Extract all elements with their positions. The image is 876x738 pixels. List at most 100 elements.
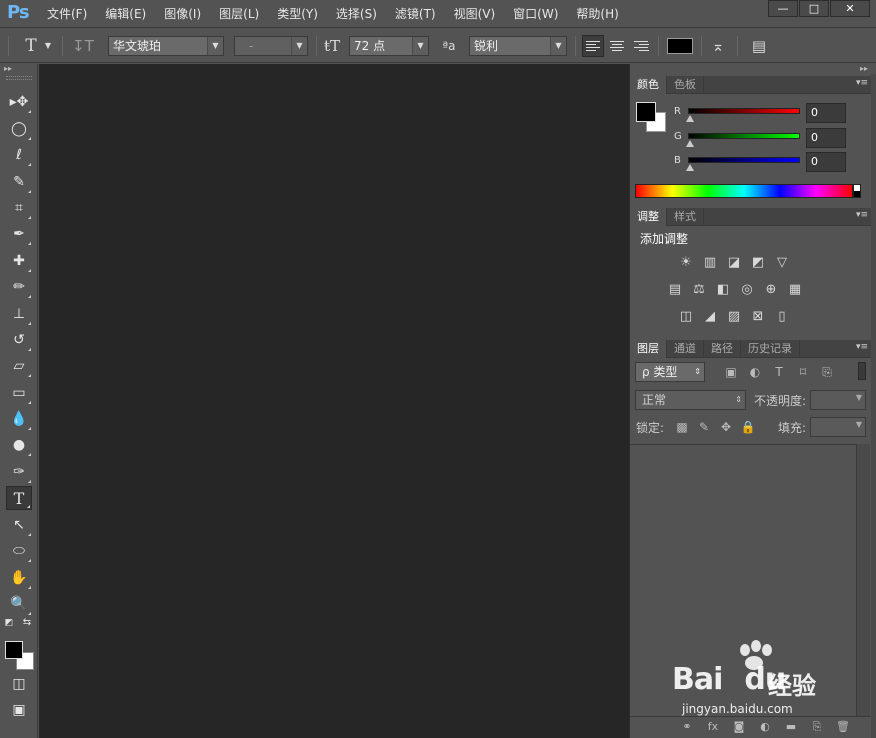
lock-transparent-icon[interactable]: ▩	[674, 419, 690, 435]
foreground-color-swatch[interactable]	[636, 102, 656, 122]
character-panel-icon[interactable]: ▤	[748, 35, 770, 57]
clone-stamp-tool-icon[interactable]: ⊥	[6, 302, 32, 326]
toolbox-collapse-icon[interactable]: ▸▸	[4, 64, 12, 73]
align-center-button[interactable]	[606, 35, 628, 57]
photo-filter-icon[interactable]: ◎	[738, 281, 756, 299]
tab-swatches[interactable]: 色板	[667, 76, 704, 94]
toolbox-grip[interactable]	[6, 76, 32, 80]
swap-colors-icon[interactable]: ⇆	[20, 616, 34, 630]
document-canvas[interactable]	[39, 64, 629, 738]
link-layers-icon[interactable]: ⚭	[679, 719, 695, 735]
new-adjustment-icon[interactable]: ◐	[757, 719, 773, 735]
move-tool-icon[interactable]: ▸✥	[6, 90, 32, 114]
gradient-map-icon[interactable]: ▯	[773, 308, 791, 326]
black-white-ramp[interactable]	[853, 184, 861, 198]
black-white-icon[interactable]: ◧	[714, 281, 732, 299]
threshold-icon[interactable]: ▨	[725, 308, 743, 326]
type-tool-preset-icon[interactable]: T	[20, 35, 42, 57]
eyedropper-tool-icon[interactable]: ✒	[6, 222, 32, 246]
zoom-tool-icon[interactable]: 🔍	[6, 592, 32, 616]
text-color-swatch[interactable]	[667, 38, 693, 54]
add-mask-icon[interactable]: ◙	[731, 719, 747, 735]
quick-select-tool-icon[interactable]: ✎	[6, 170, 32, 194]
invert-icon[interactable]: ◫	[677, 308, 695, 326]
foreground-color-swatch[interactable]	[5, 641, 23, 659]
tab-styles[interactable]: 样式	[667, 208, 704, 226]
channel-bar[interactable]	[688, 157, 800, 163]
blend-mode-select[interactable]: 正常 ⇕	[635, 390, 746, 410]
layer-filter-select[interactable]: ρ 类型 ⇕	[635, 362, 705, 382]
delete-layer-icon[interactable]: 🗑	[835, 719, 851, 735]
tab-channels[interactable]: 通道	[667, 340, 704, 358]
brightness-icon[interactable]: ☀	[677, 254, 695, 272]
menu-layer[interactable]: 图层(L)	[210, 0, 268, 28]
layers-scrollbar[interactable]	[856, 444, 870, 716]
font-size-select[interactable]: 72 点 ▼	[349, 36, 429, 56]
menu-select[interactable]: 选择(S)	[327, 0, 386, 28]
font-style-select[interactable]: - ▼	[234, 36, 308, 56]
preset-dropdown-arrow-icon[interactable]: ▼	[42, 35, 54, 57]
color-lookup-icon[interactable]: ▦	[786, 281, 804, 299]
slider-thumb[interactable]	[686, 115, 694, 122]
filter-pixel-icon[interactable]: ▣	[723, 364, 739, 380]
maximize-button[interactable]: □	[799, 0, 829, 17]
close-button[interactable]: ✕	[830, 0, 870, 17]
menu-edit[interactable]: 编辑(E)	[96, 0, 155, 28]
selective-color-icon[interactable]: ⊠	[749, 308, 767, 326]
ellipse-tool-icon[interactable]: ⬭	[6, 539, 32, 563]
filter-shape-icon[interactable]: ⌑	[795, 364, 811, 380]
tab-layers[interactable]: 图层	[630, 340, 667, 358]
hue-saturation-icon[interactable]: ▤	[666, 281, 684, 299]
channel-value-input[interactable]: 0	[806, 128, 846, 148]
lock-image-icon[interactable]: ✎	[696, 419, 712, 435]
filter-adjustment-icon[interactable]: ◐	[747, 364, 763, 380]
vibrance-icon[interactable]: ▽	[773, 254, 791, 272]
menu-help[interactable]: 帮助(H)	[567, 0, 627, 28]
lock-position-icon[interactable]: ✥	[718, 419, 734, 435]
dodge-tool-icon[interactable]: ●	[6, 433, 32, 457]
tab-history[interactable]: 历史记录	[741, 340, 800, 358]
default-colors-icon[interactable]: ◩	[2, 616, 16, 630]
tab-color[interactable]: 颜色	[630, 76, 667, 94]
channel-bar[interactable]	[688, 108, 800, 114]
filter-toggle-switch[interactable]	[858, 362, 866, 380]
channel-value-input[interactable]: 0	[806, 103, 846, 123]
panel-menu-icon[interactable]: ▾≡	[856, 342, 868, 352]
brush-tool-icon[interactable]: ✏	[6, 275, 32, 299]
channel-bar[interactable]	[688, 133, 800, 139]
menu-window[interactable]: 窗口(W)	[504, 0, 567, 28]
menu-type[interactable]: 类型(Y)	[268, 0, 327, 28]
minimize-button[interactable]: —	[768, 0, 798, 17]
healing-brush-tool-icon[interactable]: ✚	[6, 249, 32, 273]
slider-thumb[interactable]	[686, 164, 694, 171]
new-layer-icon[interactable]: ⎘	[809, 719, 825, 735]
quick-mask-icon[interactable]: ◫	[6, 672, 32, 696]
screen-mode-icon[interactable]: ▣	[6, 698, 32, 722]
exposure-icon[interactable]: ◩	[749, 254, 767, 272]
panel-menu-icon[interactable]: ▾≡	[856, 210, 868, 220]
channel-mixer-icon[interactable]: ⊕	[762, 281, 780, 299]
layer-style-icon[interactable]: fx	[705, 719, 721, 735]
levels-icon[interactable]: ▥	[701, 254, 719, 272]
tab-paths[interactable]: 路径	[704, 340, 741, 358]
marquee-tool-icon[interactable]: ◯	[6, 117, 32, 141]
menu-view[interactable]: 视图(V)	[445, 0, 505, 28]
antialias-select[interactable]: 锐利 ▼	[469, 36, 567, 56]
filter-smart-object-icon[interactable]: ⎘	[819, 364, 835, 380]
hand-tool-icon[interactable]: ✋	[6, 566, 32, 590]
blur-tool-icon[interactable]: 💧	[6, 407, 32, 431]
color-balance-icon[interactable]: ⚖	[690, 281, 708, 299]
align-left-button[interactable]	[582, 35, 604, 57]
new-group-icon[interactable]: ▬	[783, 719, 799, 735]
panel-menu-icon[interactable]: ▾≡	[856, 78, 868, 88]
align-right-button[interactable]	[630, 35, 652, 57]
curves-icon[interactable]: ◪	[725, 254, 743, 272]
channel-value-input[interactable]: 0	[806, 152, 846, 172]
pen-tool-icon[interactable]: ✑	[6, 460, 32, 484]
type-tool-icon[interactable]: T	[6, 486, 32, 510]
dock-collapse-icon[interactable]: ▸▸	[860, 64, 868, 73]
fill-input[interactable]: ▼	[810, 417, 866, 437]
warp-text-icon[interactable]: ⌅	[707, 35, 729, 57]
font-family-select[interactable]: 华文琥珀 ▼	[108, 36, 224, 56]
tab-adjustments[interactable]: 调整	[630, 208, 667, 226]
